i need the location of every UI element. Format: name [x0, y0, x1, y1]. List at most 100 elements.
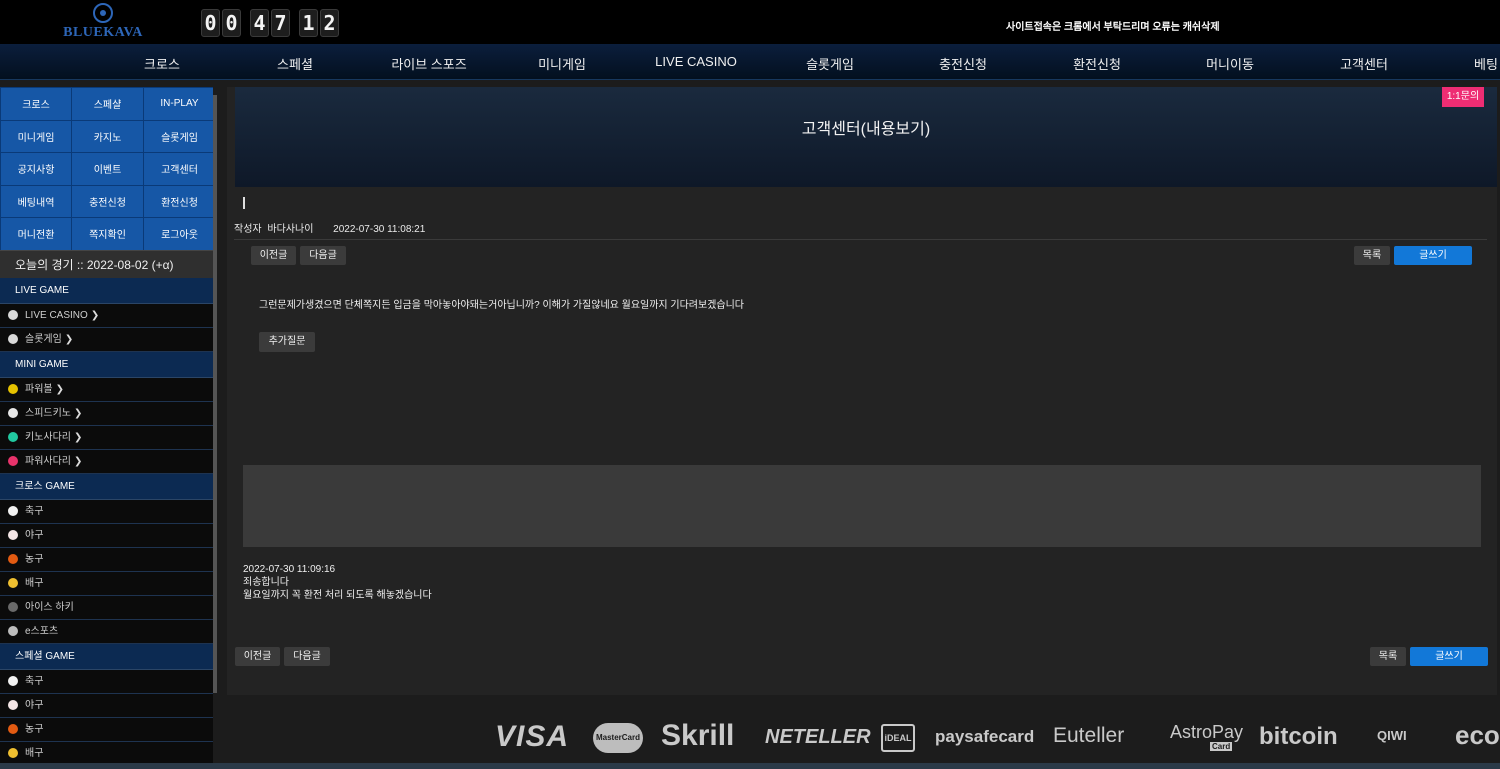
- sidebar-item-label: 축구: [25, 505, 44, 517]
- nav-customer-center[interactable]: 고객센터: [1340, 54, 1388, 73]
- prev-post-button[interactable]: 이전글: [251, 246, 296, 265]
- quick-casino-button[interactable]: 카지노: [72, 120, 143, 152]
- sidebar-item[interactable]: 축구: [0, 499, 213, 524]
- nav-special[interactable]: 스페셜: [277, 54, 313, 73]
- quick-withdraw-button[interactable]: 환전신청: [144, 185, 213, 217]
- sidebar-item-label: e스포츠: [25, 625, 59, 637]
- sidebar-item[interactable]: 야구: [0, 693, 213, 718]
- chevron-right-icon: ❯: [74, 431, 83, 443]
- quick-bet-history-button[interactable]: 베팅내역: [1, 185, 71, 217]
- sidebar-item[interactable]: LIVE CASINO ❯: [0, 303, 213, 328]
- quick-special-button[interactable]: 스페샬: [72, 88, 143, 120]
- page-title: 고객센터(내용보기): [801, 121, 931, 138]
- sidebar-item[interactable]: 스피드키노 ❯: [0, 401, 213, 426]
- astropay-card-label: Card: [1210, 742, 1233, 751]
- sidebar-item[interactable]: e스포츠: [0, 619, 213, 644]
- mastercard-logo: MasterCard: [593, 723, 643, 753]
- dealer-icon: [8, 334, 18, 344]
- nav-minigame[interactable]: 미니게임: [538, 54, 586, 73]
- sidebar-item-label: 야구: [25, 529, 44, 541]
- paysafecard-logo: paysafecard: [935, 727, 1035, 746]
- chevron-right-icon: ❯: [55, 383, 64, 395]
- today-games[interactable]: 오늘의 경기 :: 2022-08-02 (+α): [0, 249, 213, 278]
- follow-up-question-button[interactable]: 추가질문: [259, 332, 315, 352]
- sidebar-item-label: 아이스 하키: [25, 601, 74, 613]
- quick-deposit-button[interactable]: 충전신청: [72, 185, 143, 217]
- next-post-button[interactable]: 다음글: [300, 246, 346, 265]
- qiwi-logo: QIWI: [1377, 728, 1407, 743]
- text-cursor: [243, 197, 245, 209]
- quick-notice-button[interactable]: 공지사항: [1, 153, 71, 185]
- sidebar-item[interactable]: 슬롯게임 ❯: [0, 327, 213, 352]
- logo-text: BLUEKAVA: [63, 25, 143, 40]
- quick-slot-button[interactable]: 슬롯게임: [144, 120, 213, 152]
- list-button[interactable]: 목록: [1354, 246, 1390, 265]
- euteller-logo: Euteller: [1053, 724, 1125, 747]
- volleyball-icon: [8, 578, 18, 588]
- sidebar-item-label: 스피드키노: [25, 407, 71, 419]
- nav-withdraw[interactable]: 환전신청: [1073, 54, 1121, 73]
- site-logo[interactable]: BLUEKAVA: [58, 3, 148, 43]
- quick-inplay-button[interactable]: IN-PLAY: [144, 88, 213, 120]
- quick-messages-button[interactable]: 쪽지확인: [72, 218, 143, 250]
- sidebar-item[interactable]: 축구: [0, 669, 213, 694]
- quick-logout-button[interactable]: 로그아웃: [144, 218, 213, 250]
- nav-live-casino[interactable]: LIVE CASINO: [655, 54, 737, 69]
- sidebar-item[interactable]: 배구: [0, 741, 213, 766]
- site-notice: 사이트접속은 크롬에서 부탁드리며 오류는 캐쉬삭제: [1006, 22, 1220, 33]
- sidebar-item[interactable]: 농구: [0, 717, 213, 742]
- chevron-right-icon: ❯: [74, 407, 83, 419]
- quick-customer-center-button[interactable]: 고객센터: [144, 153, 213, 185]
- side-sections: LIVE GAME LIVE CASINO ❯ 슬롯게임 ❯ MINI GAME 파워볼 ❯ 스…: [0, 277, 213, 766]
- sidebar-item[interactable]: 야구: [0, 523, 213, 548]
- sidebar-scrollbar[interactable]: [213, 95, 217, 693]
- nav-deposit[interactable]: 충전신청: [939, 54, 987, 73]
- soccer-icon: [8, 506, 18, 516]
- quick-cross-button[interactable]: 크로스: [1, 88, 71, 120]
- volleyball-icon: [8, 748, 18, 758]
- next-post-button[interactable]: 다음글: [284, 647, 330, 666]
- sidebar-section-title: MINI GAME: [0, 351, 213, 378]
- sidebar-item-label: 야구: [25, 699, 44, 711]
- quick-event-button[interactable]: 이벤트: [72, 153, 143, 185]
- clock: 0 0 4 7 1 2: [201, 9, 339, 37]
- sidebar-item-label: 키노사다리: [25, 431, 71, 443]
- nav-slot[interactable]: 슬롯게임: [806, 54, 854, 73]
- sidebar-item[interactable]: 아이스 하키: [0, 595, 213, 620]
- dealer-icon: [8, 310, 18, 320]
- list-button[interactable]: 목록: [1370, 647, 1406, 666]
- chevron-right-icon: ❯: [64, 333, 74, 345]
- clock-digit: 1: [299, 9, 318, 37]
- author-label: 작성자: [234, 224, 262, 235]
- sidebar-item[interactable]: 파워볼 ❯: [0, 377, 213, 402]
- nav-live-sports[interactable]: 라이브 스포즈: [391, 54, 466, 73]
- one-to-one-inquiry-badge[interactable]: 1:1문의: [1442, 87, 1484, 107]
- sidebar-item[interactable]: 배구: [0, 571, 213, 596]
- chevron-right-icon: ❯: [74, 455, 83, 467]
- sidebar-item[interactable]: 파워사다리 ❯: [0, 449, 213, 474]
- hockey-icon: [8, 602, 18, 612]
- write-button[interactable]: 글쓰기: [1394, 246, 1472, 265]
- prev-post-button[interactable]: 이전글: [235, 647, 280, 666]
- nav-betting[interactable]: 베팅: [1474, 54, 1498, 73]
- sidebar-item-label: 농구: [25, 723, 44, 735]
- nav-cross[interactable]: 크로스: [144, 54, 180, 73]
- sidebar-item[interactable]: 농구: [0, 547, 213, 572]
- quick-menu: 크로스 스페샬 IN-PLAY 미니게임 카지노 슬롯게임 공지사항 이벤트 고…: [0, 87, 213, 250]
- payment-logos: VISA MasterCard Skrill NETELLER iDEAL pa…: [495, 718, 1500, 758]
- soccer-icon: [8, 676, 18, 686]
- sidebar-item-label: 농구: [25, 553, 44, 565]
- bitcoin-logo: bitcoin: [1259, 723, 1338, 750]
- page-banner: 고객센터(내용보기): [235, 87, 1497, 187]
- answer-box: [243, 465, 1481, 547]
- nav-money-transfer[interactable]: 머니이동: [1206, 54, 1254, 73]
- sidebar-item[interactable]: 키노사다리 ❯: [0, 425, 213, 450]
- quick-money-convert-button[interactable]: 머니전환: [1, 218, 71, 250]
- sidebar-item-label: 배구: [25, 747, 44, 759]
- film-reel-icon: [93, 3, 113, 23]
- chevron-right-icon: ❯: [90, 309, 100, 321]
- sidebar-section-title: 스페셜 GAME: [0, 643, 213, 670]
- answer-line: 죄송합니다: [243, 577, 289, 588]
- quick-minigame-button[interactable]: 미니게임: [1, 120, 71, 152]
- write-button[interactable]: 글쓰기: [1410, 647, 1488, 666]
